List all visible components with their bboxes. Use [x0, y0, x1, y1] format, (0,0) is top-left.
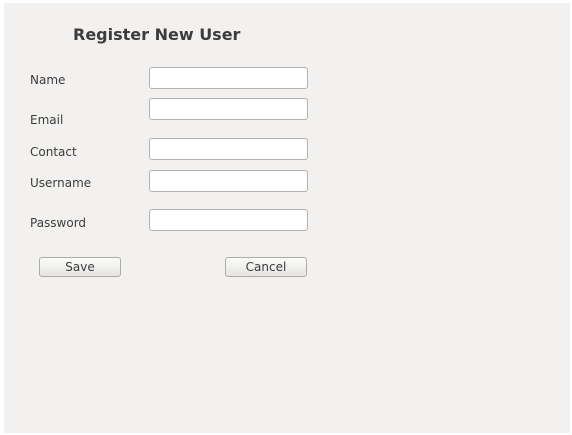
- password-field[interactable]: [149, 209, 308, 231]
- save-button[interactable]: Save: [39, 257, 121, 277]
- page-title: Register New User: [73, 25, 241, 44]
- username-label: Username: [30, 176, 92, 190]
- name-field[interactable]: [149, 67, 308, 89]
- contact-label: Contact: [30, 145, 77, 159]
- username-field[interactable]: [149, 170, 308, 192]
- cancel-button[interactable]: Cancel: [225, 257, 307, 277]
- email-field[interactable]: [149, 98, 308, 120]
- register-user-window: Register New User Name Email Contact Use…: [4, 3, 570, 433]
- contact-field[interactable]: [149, 138, 308, 160]
- name-label: Name: [30, 73, 66, 87]
- email-label: Email: [30, 113, 64, 127]
- password-label: Password: [30, 216, 87, 230]
